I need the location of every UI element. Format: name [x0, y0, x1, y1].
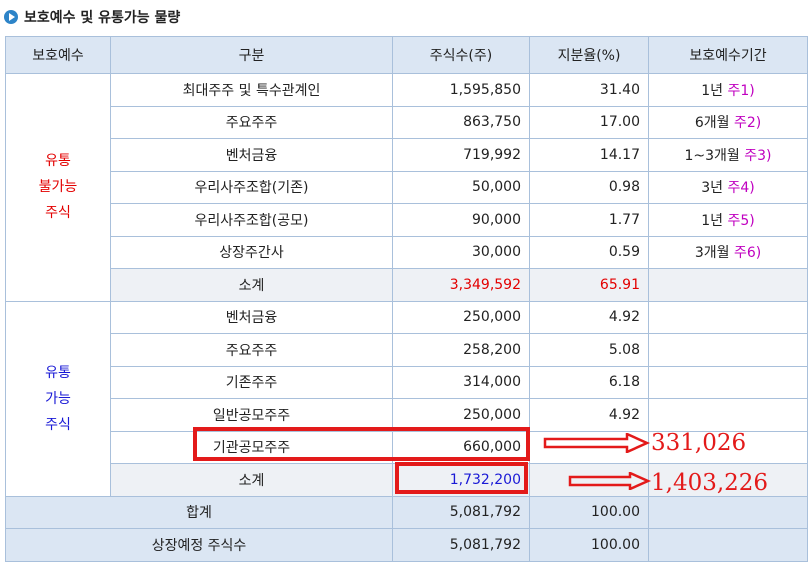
total-row: 합계 5,081,792 100.00 — [5, 495, 808, 529]
cell-shares: 90,000 — [392, 203, 530, 237]
cell-ratio: 0.98 — [529, 170, 649, 204]
listed-ratio: 100.00 — [529, 528, 649, 562]
cell-category: 벤처금융 — [110, 300, 393, 334]
period-text: 6개월 — [694, 115, 730, 132]
table-header-row: 보호예수 구분 주식수(주) 지분율(%) 보호예수기간 — [5, 36, 808, 74]
group-restricted: 유통 불가능 주식 — [5, 73, 111, 302]
cell-shares: 30,000 — [392, 235, 530, 269]
cell-category: 주요주주 — [110, 333, 393, 367]
subtotal-row: 소계 3,349,592 65.91 — [5, 268, 808, 302]
total-period — [648, 495, 808, 529]
group-label-line: 유통 — [45, 364, 71, 381]
cell-ratio: 5.08 — [529, 333, 649, 367]
period-text: 1~3개월 — [684, 147, 740, 164]
cell-period — [648, 300, 808, 334]
table-row: 유통 불가능 주식 최대주주 및 특수관계인 1,595,850 31.40 1… — [5, 73, 808, 302]
cell-period: 3년 주4) — [648, 170, 808, 204]
total-label: 합계 — [5, 495, 393, 529]
cell-period: 6개월 주2) — [648, 105, 808, 139]
cell-period: 1년 주1) — [648, 73, 808, 107]
cell-ratio: 4.92 — [529, 398, 649, 432]
table-row: 주요주주 863,750 17.00 6개월 주2) — [6, 105, 808, 139]
subtotal-label: 소계 — [110, 268, 393, 302]
cell-ratio: 6.18 — [529, 365, 649, 399]
total-shares: 5,081,792 — [392, 495, 530, 529]
period-text: 3개월 — [694, 245, 730, 262]
group-label-line: 가능 — [45, 390, 71, 407]
highlight-box-subtotal — [395, 462, 528, 494]
total-ratio: 100.00 — [529, 495, 649, 529]
cell-category: 기존주주 — [110, 365, 393, 399]
cell-ratio: 1.77 — [529, 203, 649, 237]
listed-row: 상장예정 주식수 5,081,792 100.00 — [5, 528, 808, 562]
subtotal-period — [648, 268, 808, 302]
cell-ratio: 17.00 — [529, 105, 649, 139]
footnote-link[interactable]: 주6) — [734, 245, 761, 261]
cell-period: 1~3개월 주3) — [648, 138, 808, 172]
cell-category: 벤처금융 — [110, 138, 393, 172]
cell-ratio: 0.59 — [529, 235, 649, 269]
table-row: 유통 가능 주식 벤처금융 250,000 4.92 — [5, 300, 808, 497]
listed-shares: 5,081,792 — [392, 528, 530, 562]
cell-ratio: 4.92 — [529, 300, 649, 334]
footnote-link[interactable]: 주5) — [728, 213, 755, 229]
annotation-institutional: 331,026 — [651, 430, 747, 456]
annotation-subtotal: 1,403,226 — [651, 470, 769, 496]
cell-period — [648, 333, 808, 367]
cell-category: 최대주주 및 특수관계인 — [110, 73, 393, 107]
footnote-link[interactable]: 주4) — [728, 180, 755, 196]
cell-period: 1년 주5) — [648, 203, 808, 237]
header-lockup: 보호예수 — [5, 36, 111, 74]
cell-period — [648, 365, 808, 399]
group-label-line: 불가능 — [38, 179, 78, 196]
group-label-line: 주식 — [45, 205, 71, 222]
group-label-line: 주식 — [45, 416, 71, 433]
listed-label: 상장예정 주식수 — [5, 528, 393, 562]
subtotal-ratio: 65.91 — [529, 268, 649, 302]
header-ratio: 지분율(%) — [529, 36, 649, 74]
group-label-line: 유통 — [45, 153, 71, 170]
cell-shares: 314,000 — [392, 365, 530, 399]
cell-category: 상장주간사 — [110, 235, 393, 269]
group-tradable: 유통 가능 주식 — [5, 300, 111, 497]
table-row: 주요주주 258,200 5.08 — [6, 333, 808, 367]
header-period: 보호예수기간 — [648, 36, 808, 74]
cell-category: 우리사주조합(공모) — [110, 203, 393, 237]
period-text: 1년 — [701, 82, 724, 99]
header-shares: 주식수(주) — [392, 36, 530, 74]
subtotal-shares: 3,349,592 — [392, 268, 530, 302]
cell-shares: 719,992 — [392, 138, 530, 172]
arrow-right-icon — [568, 472, 652, 490]
subtotal-label: 소계 — [110, 463, 393, 497]
section-title: 보호예수 및 유통가능 물량 — [24, 10, 181, 26]
table-row: 상장주간사 30,000 0.59 3개월 주6) — [6, 235, 808, 269]
cell-category: 주요주주 — [110, 105, 393, 139]
period-text: 3년 — [701, 180, 724, 197]
table-row: 기존주주 314,000 6.18 — [6, 365, 808, 399]
table-row: 벤처금융 719,992 14.17 1~3개월 주3) — [6, 138, 808, 172]
cell-period — [648, 398, 808, 432]
listed-period — [648, 528, 808, 562]
cell-shares: 258,200 — [392, 333, 530, 367]
play-bullet-icon — [4, 10, 18, 24]
header-category: 구분 — [110, 36, 393, 74]
cell-ratio: 14.17 — [529, 138, 649, 172]
highlight-box-institutional — [193, 427, 530, 461]
table-row: 우리사주조합(기존) 50,000 0.98 3년 주4) — [6, 170, 808, 204]
cell-shares: 50,000 — [392, 170, 530, 204]
table-row: 우리사주조합(공모) 90,000 1.77 1년 주5) — [6, 203, 808, 237]
cell-category: 우리사주조합(기존) — [110, 170, 393, 204]
cell-shares: 863,750 — [392, 105, 530, 139]
footnote-link[interactable]: 주2) — [734, 115, 761, 131]
section-heading: 보호예수 및 유통가능 물량 — [4, 6, 180, 28]
cell-shares: 250,000 — [392, 300, 530, 334]
cell-shares: 1,595,850 — [392, 73, 530, 107]
footnote-link[interactable]: 주1) — [728, 83, 755, 99]
footnote-link[interactable]: 주3) — [744, 148, 771, 164]
cell-period: 3개월 주6) — [648, 235, 808, 269]
arrow-right-icon — [543, 433, 651, 453]
cell-ratio: 31.40 — [529, 73, 649, 107]
period-text: 1년 — [701, 212, 724, 229]
